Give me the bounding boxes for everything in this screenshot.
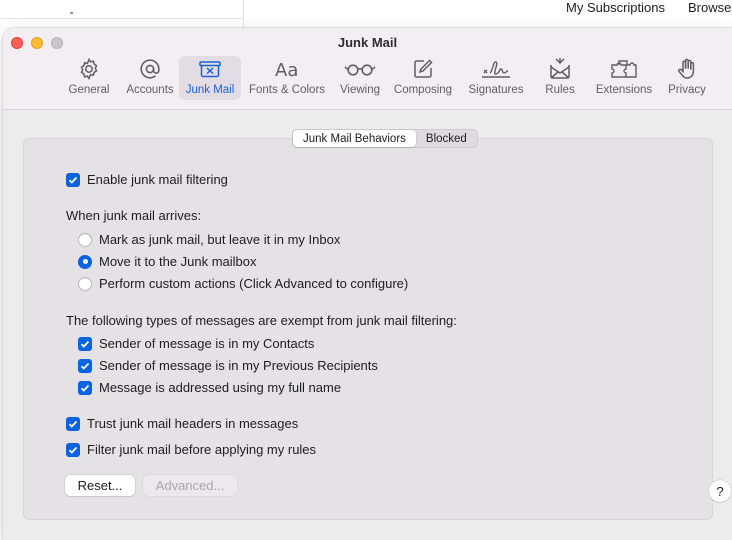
toolbar-label: Junk Mail: [185, 84, 235, 96]
radio-mark-as-junk[interactable]: Mark as junk mail, but leave it in my In…: [78, 232, 340, 247]
radio-button-selected[interactable]: [78, 254, 92, 269]
exempt-previous-recipients-checkbox[interactable]: [78, 358, 92, 373]
radio-custom-actions[interactable]: Perform custom actions (Click Advanced t…: [78, 276, 408, 291]
puzzle-icon: [609, 56, 639, 82]
svg-text:Aa: Aa: [275, 60, 298, 81]
help-button[interactable]: ?: [709, 480, 731, 502]
tab-blocked[interactable]: Blocked: [416, 130, 477, 147]
radio-button[interactable]: [78, 276, 92, 291]
radio-label: Perform custom actions (Click Advanced t…: [99, 276, 409, 291]
advanced-button[interactable]: Advanced...: [143, 475, 237, 496]
toolbar-viewing[interactable]: Viewing: [335, 56, 385, 100]
toolbar-label: Rules: [545, 84, 575, 96]
checkmark-icon: [68, 420, 78, 428]
checkbox-label: Trust junk mail headers in messages: [87, 416, 299, 431]
segmented-control: Junk Mail Behaviors Blocked: [292, 129, 478, 148]
gear-icon: [77, 56, 101, 82]
titlebar: Junk Mail General Accounts Junk Mail Aa …: [3, 28, 732, 110]
preferences-window: Junk Mail General Accounts Junk Mail Aa …: [3, 28, 732, 540]
trust-headers-option[interactable]: Trust junk mail headers in messages: [66, 416, 298, 431]
enable-junk-filtering-checkbox[interactable]: [66, 172, 80, 187]
toolbar-label: Privacy: [668, 84, 706, 96]
exempt-contacts-checkbox[interactable]: [78, 336, 92, 351]
signature-icon: [479, 56, 513, 82]
checkmark-icon: [68, 176, 78, 184]
exempt-full-name-option[interactable]: Message is addressed using my full name: [78, 380, 341, 395]
compose-icon: [411, 56, 435, 82]
exempt-heading-text: The following types of messages are exem…: [66, 313, 457, 328]
radio-label: Move it to the Junk mailbox: [99, 254, 257, 269]
my-subscriptions-link[interactable]: My Subscriptions: [566, 0, 665, 15]
toolbar-label: Fonts & Colors: [248, 84, 326, 96]
junk-tray-icon: [197, 56, 223, 82]
arrives-heading: When junk mail arrives:: [66, 208, 201, 223]
rules-envelope-icon: [547, 56, 573, 82]
toolbar-privacy[interactable]: Privacy: [663, 56, 711, 100]
toolbar-label: Signatures: [468, 84, 524, 96]
toolbar-composing[interactable]: Composing: [391, 56, 455, 100]
radio-move-to-junk[interactable]: Move it to the Junk mailbox: [78, 254, 257, 269]
at-sign-icon: [138, 56, 162, 82]
tab-junk-mail-behaviors[interactable]: Junk Mail Behaviors: [293, 130, 416, 147]
hand-icon: [675, 56, 699, 82]
checkbox-label: Sender of message is in my Contacts: [99, 336, 315, 351]
checkmark-icon: [80, 384, 90, 392]
radio-button[interactable]: [78, 232, 92, 247]
toolbar-label: Accounts: [126, 84, 174, 96]
exempt-full-name-checkbox[interactable]: [78, 380, 92, 395]
glasses-icon: [343, 56, 377, 82]
toolbar-label: General: [68, 84, 110, 96]
filter-before-rules-option[interactable]: Filter junk mail before applying my rule…: [66, 442, 316, 457]
checkbox-label: Filter junk mail before applying my rule…: [87, 442, 317, 457]
background-mark: [70, 12, 73, 14]
background-divider: [0, 18, 244, 19]
exempt-heading: The following types of messages are exem…: [66, 313, 457, 328]
toolbar-label: Extensions: [595, 84, 653, 96]
window-title: Junk Mail: [337, 35, 398, 50]
background-app-bar: My Subscriptions Browse: [0, 0, 732, 28]
trust-headers-checkbox[interactable]: [66, 416, 80, 431]
background-divider: [243, 0, 244, 28]
checkbox-label: Sender of message is in my Previous Reci…: [99, 358, 378, 373]
toolbar-signatures[interactable]: Signatures: [463, 56, 529, 100]
enable-junk-filtering-label: Enable junk mail filtering: [87, 172, 228, 187]
exempt-previous-recipients-option[interactable]: Sender of message is in my Previous Reci…: [78, 358, 378, 373]
browse-link[interactable]: Browse: [688, 0, 731, 15]
toolbar-rules[interactable]: Rules: [537, 56, 583, 100]
font-icon: Aa: [273, 56, 301, 82]
toolbar-extensions[interactable]: Extensions: [591, 56, 657, 100]
arrives-heading-text: When junk mail arrives:: [66, 208, 202, 223]
toolbar-label: Viewing: [339, 84, 381, 96]
enable-junk-filtering-option[interactable]: Enable junk mail filtering: [66, 172, 228, 187]
checkbox-label: Message is addressed using my full name: [99, 380, 342, 395]
toolbar-label: Composing: [393, 84, 453, 96]
toolbar-fonts-colors[interactable]: Aa Fonts & Colors: [247, 56, 327, 100]
exempt-contacts-option[interactable]: Sender of message is in my Contacts: [78, 336, 314, 351]
toolbar-junk-mail[interactable]: Junk Mail: [179, 56, 241, 100]
radio-label: Mark as junk mail, but leave it in my In…: [99, 232, 341, 247]
junk-mail-behaviors-panel: [23, 138, 713, 520]
checkmark-icon: [68, 446, 78, 454]
reset-button[interactable]: Reset...: [65, 475, 135, 496]
toolbar-general[interactable]: General: [63, 56, 115, 100]
filter-before-rules-checkbox[interactable]: [66, 442, 80, 457]
toolbar-accounts[interactable]: Accounts: [121, 56, 179, 100]
checkmark-icon: [80, 362, 90, 370]
checkmark-icon: [80, 340, 90, 348]
